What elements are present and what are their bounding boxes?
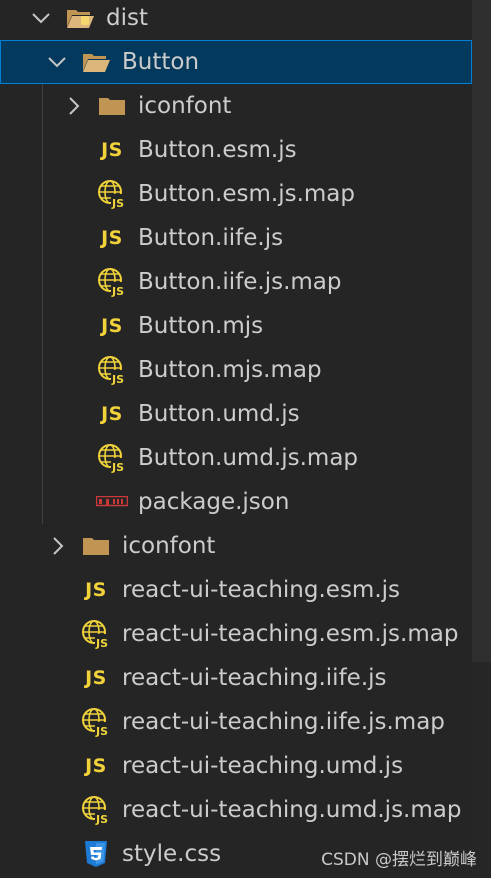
tree-folder-button[interactable]: Button: [0, 40, 472, 84]
tree-item-label: react-ui-teaching.umd.js.map: [122, 797, 462, 823]
tree-item-button-esm-js-map[interactable]: JS Button.esm.js.map: [0, 172, 472, 216]
js-icon: JS: [101, 139, 123, 161]
tree-item-button-iife-js[interactable]: JS Button.iife.js: [0, 216, 472, 260]
tree-item-button-esm-js[interactable]: JS Button.esm.js: [0, 128, 472, 172]
folder-open-icon: [80, 48, 112, 76]
chevron-down-icon[interactable]: [46, 51, 68, 73]
tree-folder-dist[interactable]: dist: [0, 0, 472, 40]
js-icon: JS: [101, 227, 123, 249]
tree-item-label: package.json: [138, 489, 290, 515]
tree-item-label: react-ui-teaching.umd.js: [122, 753, 404, 779]
watermark: CSDN @摆烂到巅峰: [321, 850, 477, 870]
tree-item-label: Button.iife.js: [138, 225, 284, 251]
map-icon: JS: [80, 708, 112, 737]
tree-item-label: react-ui-teaching.esm.js.map: [122, 621, 459, 647]
tree-item-button-iife-js-map[interactable]: JS Button.iife.js.map: [0, 260, 472, 304]
chevron-right-icon[interactable]: [62, 95, 84, 117]
tree-item-button-mjs-map[interactable]: JS Button.mjs.map: [0, 348, 472, 392]
tree-item-react-ui-teaching-iife-js[interactable]: JS react-ui-teaching.iife.js: [0, 656, 472, 700]
tree-item-react-ui-teaching-esm-js-map[interactable]: JS react-ui-teaching.esm.js.map: [0, 612, 472, 656]
tree-item-react-ui-teaching-iife-js-map[interactable]: JS react-ui-teaching.iife.js.map: [0, 700, 472, 744]
tree-item-label: Button.umd.js.map: [138, 445, 359, 471]
css-icon: [80, 840, 112, 868]
svg-text:JS: JS: [111, 373, 124, 385]
tree-item-label: Button.esm.js: [138, 137, 297, 163]
tree-item-label: Button: [122, 49, 200, 75]
map-icon: JS: [80, 620, 112, 649]
tree-item-react-ui-teaching-esm-js[interactable]: JS react-ui-teaching.esm.js: [0, 568, 472, 612]
js-icon: JS: [85, 667, 107, 689]
svg-text:JS: JS: [95, 637, 108, 649]
map-icon: JS: [96, 356, 128, 385]
chevron-right-icon[interactable]: [46, 535, 68, 557]
tree-item-button-umd-js[interactable]: JS Button.umd.js: [0, 392, 472, 436]
tree-item-label: react-ui-teaching.iife.js.map: [122, 709, 445, 735]
svg-text:JS: JS: [95, 725, 108, 737]
tree-item-label: dist: [106, 5, 148, 31]
tree-item-label: Button.esm.js.map: [138, 181, 355, 207]
tree-item-label: iconfont: [122, 533, 216, 559]
svg-text:JS: JS: [111, 285, 124, 297]
js-icon: JS: [85, 755, 107, 777]
tree-item-label: react-ui-teaching.iife.js: [122, 665, 387, 691]
folder-open-special-icon: [64, 4, 96, 32]
map-icon: JS: [96, 444, 128, 473]
tree-item-react-ui-teaching-umd-js-map[interactable]: JS react-ui-teaching.umd.js.map: [0, 788, 472, 832]
tree-item-label: Button.umd.js: [138, 401, 300, 427]
tree-item-label: Button.mjs.map: [138, 357, 322, 383]
tree-item-package-json[interactable]: package.json: [0, 480, 472, 524]
map-icon: JS: [96, 268, 128, 297]
svg-text:JS: JS: [95, 813, 108, 825]
tree-item-label: Button.iife.js.map: [138, 269, 342, 295]
tree-item-label: react-ui-teaching.esm.js: [122, 577, 401, 603]
folder-icon: [80, 532, 112, 560]
tree-item-button-umd-js-map[interactable]: JS Button.umd.js.map: [0, 436, 472, 480]
scrollbar-thumb[interactable]: [472, 0, 491, 662]
tree-item-iconfont[interactable]: iconfont: [0, 524, 472, 568]
npm-icon: [96, 488, 128, 516]
js-icon: JS: [85, 579, 107, 601]
folder-icon: [96, 92, 128, 120]
tree-item-label: style.css: [122, 841, 222, 867]
map-icon: JS: [80, 796, 112, 825]
svg-text:JS: JS: [111, 197, 124, 209]
js-icon: JS: [101, 403, 123, 425]
tree-item-button-mjs[interactable]: JS Button.mjs: [0, 304, 472, 348]
tree-item-iconfont[interactable]: iconfont: [0, 84, 472, 128]
js-icon: JS: [101, 315, 123, 337]
map-icon: JS: [96, 180, 128, 209]
chevron-down-icon[interactable]: [30, 7, 52, 29]
tree-item-label: iconfont: [138, 93, 232, 119]
tree-item-react-ui-teaching-umd-js[interactable]: JS react-ui-teaching.umd.js: [0, 744, 472, 788]
svg-text:JS: JS: [111, 461, 124, 473]
tree-item-label: Button.mjs: [138, 313, 264, 339]
